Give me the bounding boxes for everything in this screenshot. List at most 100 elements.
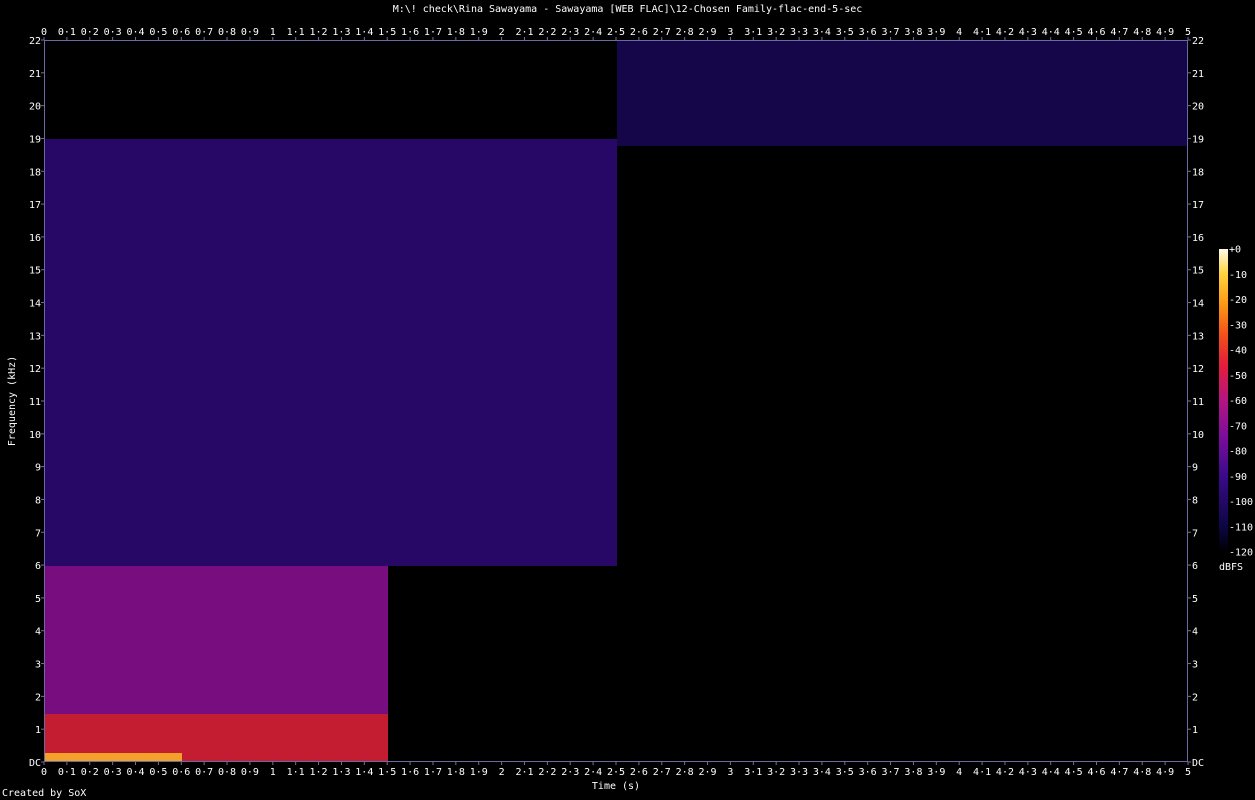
x-tick-label-bottom: 0·3 — [104, 767, 122, 778]
x-tick-label-top: 4·2 — [996, 27, 1014, 38]
y-tick-label-right: 8 — [1192, 495, 1198, 506]
y-tick-label-right: 20 — [1192, 102, 1204, 113]
x-tick-label-bottom: 1·5 — [378, 767, 396, 778]
x-tick-label-top: 4·5 — [1065, 27, 1083, 38]
y-tick-label-left: 13 — [29, 331, 41, 342]
x-tick-label-top: 2·4 — [584, 27, 602, 38]
colorbar-tick-label: -10 — [1229, 270, 1247, 281]
y-tick-label-left: 18 — [29, 167, 41, 178]
x-tick-label-bottom: 4·4 — [1042, 767, 1060, 778]
x-tick-label-bottom: 2·4 — [584, 767, 602, 778]
spectrogram-image — [45, 41, 1187, 761]
x-tick-label-top: 2·3 — [561, 27, 579, 38]
x-tick-label-bottom: 3·2 — [767, 767, 785, 778]
x-tick-label-top: 0·7 — [195, 27, 213, 38]
x-tick-label-bottom: 5 — [1185, 767, 1191, 778]
x-tick-label-top: 4·8 — [1133, 27, 1151, 38]
x-tick-label-top: 0·1 — [58, 27, 76, 38]
x-tick-label-bottom: 3·9 — [927, 767, 945, 778]
x-tick-label-top: 3 — [727, 27, 733, 38]
x-tick-label-top: 3·4 — [813, 27, 831, 38]
x-tick-label-bottom: 4·8 — [1133, 767, 1151, 778]
x-tick-label-bottom: 0·6 — [172, 767, 190, 778]
x-tick-label-top: 2·2 — [538, 27, 556, 38]
y-tick-label-left: 3 — [35, 660, 41, 671]
y-tick-label-left: 10 — [29, 430, 41, 441]
y-tick-label-left: DC — [29, 758, 41, 769]
x-tick-label-bottom: 1·3 — [332, 767, 350, 778]
x-tick-label-top: 3·7 — [882, 27, 900, 38]
x-tick-label-top: 0·2 — [81, 27, 99, 38]
y-tick-label-left: 7 — [35, 528, 41, 539]
colorbar-tick-label: -40 — [1229, 346, 1247, 357]
colorbar-tick-label: -120 — [1229, 548, 1253, 559]
chart-title: M:\! check\Rina Sawayama - Sawayama [WEB… — [392, 4, 863, 15]
y-tick-label-right: 12 — [1192, 364, 1204, 375]
y-tick-label-right: 2 — [1192, 692, 1198, 703]
y-tick-label-right: 22 — [1192, 36, 1204, 47]
colorbar — [1219, 249, 1228, 552]
colorbar-tick-label: +0 — [1229, 245, 1241, 256]
x-tick-label-top: 2·5 — [607, 27, 625, 38]
y-tick-label-left: 6 — [35, 561, 41, 572]
x-tick-label-top: 3·2 — [767, 27, 785, 38]
y-tick-label-right: 7 — [1192, 528, 1198, 539]
x-tick-label-bottom: 3·3 — [790, 767, 808, 778]
x-tick-label-bottom: 3·4 — [813, 767, 831, 778]
x-tick-label-top: 0·9 — [241, 27, 259, 38]
x-tick-label-bottom: 1·1 — [287, 767, 305, 778]
x-tick-label-bottom: 2·6 — [630, 767, 648, 778]
x-tick-label-top: 3·6 — [859, 27, 877, 38]
x-tick-label-top: 4·3 — [1019, 27, 1037, 38]
x-tick-label-top: 1·1 — [287, 27, 305, 38]
x-tick-label-top: 2 — [499, 27, 505, 38]
y-tick-label-right: 5 — [1192, 594, 1198, 605]
x-tick-label-top: 0·8 — [218, 27, 236, 38]
y-tick-label-right: 4 — [1192, 627, 1198, 638]
y-axis-label: Frequency (kHz) — [7, 356, 18, 446]
y-tick-label-left: 4 — [35, 627, 41, 638]
x-tick-label-bottom: 1·6 — [401, 767, 419, 778]
x-tick-label-bottom: 2 — [499, 767, 505, 778]
x-tick-label-bottom: 0·7 — [195, 767, 213, 778]
x-tick-label-bottom: 2·8 — [676, 767, 694, 778]
x-tick-label-top: 3·9 — [927, 27, 945, 38]
x-tick-label-bottom: 2·9 — [698, 767, 716, 778]
y-tick-label-left: 17 — [29, 200, 41, 211]
y-tick-label-left: 11 — [29, 397, 41, 408]
x-tick-label-top: 2·9 — [698, 27, 716, 38]
x-tick-label-top: 1·5 — [378, 27, 396, 38]
x-tick-label-top: 4·7 — [1110, 27, 1128, 38]
x-tick-label-bottom: 0·8 — [218, 767, 236, 778]
x-tick-label-bottom: 1 — [270, 767, 276, 778]
y-tick-label-left: 2 — [35, 692, 41, 703]
footer-credit: Created by SoX — [2, 788, 87, 799]
y-tick-label-right: 6 — [1192, 561, 1198, 572]
y-tick-label-left: 1 — [35, 725, 41, 736]
x-tick-label-top: 0 — [41, 27, 47, 38]
x-tick-label-bottom: 2·7 — [653, 767, 671, 778]
y-tick-label-left: 22 — [29, 36, 41, 47]
y-tick-label-right: 9 — [1192, 463, 1198, 474]
x-tick-label-bottom: 4·9 — [1156, 767, 1174, 778]
x-tick-label-top: 1·9 — [470, 27, 488, 38]
x-tick-label-top: 3·8 — [904, 27, 922, 38]
colorbar-tick-label: -90 — [1229, 472, 1247, 483]
x-tick-label-top: 3·1 — [744, 27, 762, 38]
x-tick-label-bottom: 2·2 — [538, 767, 556, 778]
x-tick-label-top: 1 — [270, 27, 276, 38]
spectrogram-region — [45, 753, 183, 761]
x-tick-label-top: 2·7 — [653, 27, 671, 38]
x-tick-label-top: 2·6 — [630, 27, 648, 38]
x-tick-label-bottom: 3·6 — [859, 767, 877, 778]
x-tick-label-bottom: 4·2 — [996, 767, 1014, 778]
x-tick-label-top: 1·6 — [401, 27, 419, 38]
y-tick-label-right: 13 — [1192, 331, 1204, 342]
y-tick-label-left: 8 — [35, 495, 41, 506]
x-tick-label-top: 0·3 — [104, 27, 122, 38]
x-tick-label-bottom: 4·7 — [1110, 767, 1128, 778]
x-tick-label-top: 4 — [956, 27, 962, 38]
x-tick-label-bottom: 4·6 — [1087, 767, 1105, 778]
x-tick-label-top: 3·5 — [836, 27, 854, 38]
colorbar-tick-label: -100 — [1229, 497, 1253, 508]
